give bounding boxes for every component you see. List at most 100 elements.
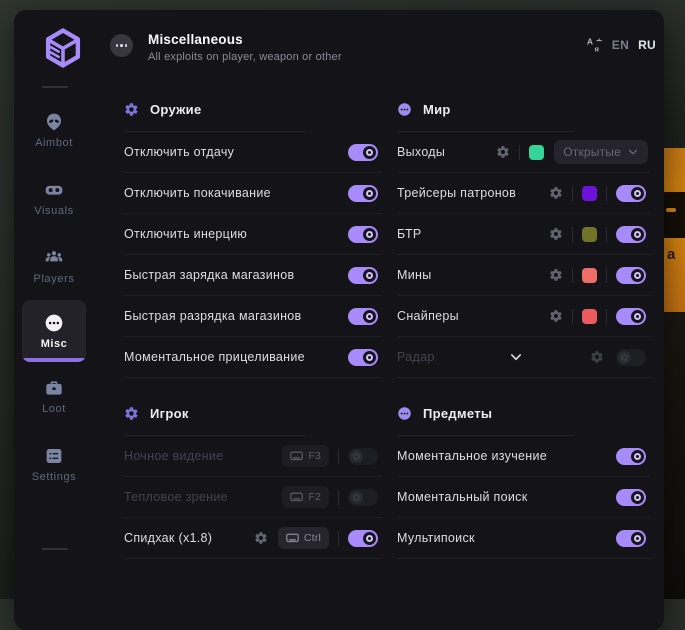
color-swatch[interactable]	[582, 186, 597, 201]
dropdown-select[interactable]: Открытые	[554, 140, 648, 164]
row-settings-gear-icon[interactable]	[549, 309, 563, 323]
gear-icon	[124, 406, 139, 421]
toggle[interactable]	[348, 349, 378, 366]
toggle[interactable]	[348, 489, 378, 506]
settings-row: Снайперы	[397, 296, 650, 337]
color-swatch[interactable]	[582, 309, 597, 324]
section-header: Мир	[397, 96, 650, 122]
row-settings-gear-icon[interactable]	[590, 350, 604, 364]
row-controls	[549, 226, 650, 243]
toggle-knob-ring	[353, 453, 360, 460]
sidebar-item-label: Aimbot	[35, 137, 73, 149]
settings-row: Отключить отдачу	[124, 132, 382, 173]
settings-row: Ночное видениеF3	[124, 436, 382, 477]
svg-text:A: A	[587, 37, 593, 47]
dropdown-value: Открытые	[563, 145, 621, 159]
section-title: Игрок	[150, 406, 189, 421]
sidebar-item-aimbot[interactable]: Aimbot	[14, 96, 94, 164]
hotkey-badge[interactable]: F3	[282, 445, 329, 467]
row-settings-gear-icon[interactable]	[254, 531, 268, 545]
sidebar-item-loot[interactable]: Loot	[14, 362, 94, 430]
sidebar-item-settings[interactable]: Settings	[14, 430, 94, 498]
row-settings-gear-icon[interactable]	[549, 268, 563, 282]
toggle-knob	[631, 228, 644, 241]
row-settings-gear-icon[interactable]	[549, 227, 563, 241]
toggle[interactable]	[616, 308, 646, 325]
game-background-letter: a	[667, 246, 675, 263]
toggle-knob-ring	[634, 190, 641, 197]
row-label: Снайперы	[397, 309, 459, 323]
section-Оружие: Оружие Отключить отдачуОтключить покачива…	[124, 96, 382, 378]
toggle[interactable]	[616, 185, 646, 202]
settings-row: Быстрая разрядка магазинов	[124, 296, 382, 337]
sidebar-item-label: Visuals	[34, 205, 73, 217]
toggle[interactable]	[616, 489, 646, 506]
players-icon	[44, 248, 64, 268]
sidebar-item-label: Loot	[42, 403, 66, 415]
hotkey-badge[interactable]: F2	[282, 486, 329, 508]
toggle[interactable]	[616, 448, 646, 465]
section-header: Оружие	[124, 96, 382, 122]
toggle-knob	[363, 269, 376, 282]
translate-icon[interactable]: A я	[586, 36, 603, 53]
settings-row: Моментальное изучение	[397, 436, 650, 477]
row-label: Тепловое зрение	[124, 490, 228, 504]
toggle[interactable]	[348, 185, 378, 202]
row-settings-gear-icon[interactable]	[496, 145, 510, 159]
row-label: Отключить инерцию	[124, 227, 247, 241]
keyboard-icon	[290, 451, 303, 461]
section-Предметы: ПредметыМоментальное изучениеМоментальны…	[397, 400, 650, 559]
settings-row: Отключить покачивание	[124, 173, 382, 214]
color-swatch[interactable]	[529, 145, 544, 160]
app-logo-icon	[42, 24, 84, 77]
page-subtitle: All exploits on player, weapon or other	[148, 51, 342, 63]
cheat-menu-window: Miscellaneous All exploits on player, we…	[14, 10, 664, 630]
lang-option-ru[interactable]: RU	[638, 38, 656, 52]
control-separator	[572, 227, 573, 242]
control-separator	[338, 449, 339, 464]
expand-chevron-icon[interactable]	[508, 350, 523, 365]
toggle[interactable]	[348, 226, 378, 243]
hotkey-badge[interactable]: Ctrl	[278, 527, 329, 549]
color-swatch[interactable]	[582, 268, 597, 283]
toggle[interactable]	[348, 144, 378, 161]
sidebar-item-players[interactable]: Players	[14, 232, 94, 300]
svg-text:я: я	[594, 44, 598, 53]
section-header: Предметы	[397, 400, 650, 426]
toggle[interactable]	[348, 267, 378, 284]
dots-circle-icon	[397, 406, 412, 421]
row-settings-gear-icon[interactable]	[549, 186, 563, 200]
toggle[interactable]	[616, 226, 646, 243]
toggle[interactable]	[348, 308, 378, 325]
toggle[interactable]	[348, 448, 378, 465]
row-label: БТР	[397, 227, 422, 241]
lang-option-en[interactable]: EN	[612, 38, 629, 52]
toggle-knob	[631, 532, 644, 545]
row-label: Трейсеры патронов	[397, 186, 516, 200]
row-controls	[549, 185, 650, 202]
control-separator	[572, 186, 573, 201]
control-separator	[519, 145, 520, 160]
row-controls	[348, 226, 382, 243]
toggle-knob-ring	[366, 272, 373, 279]
toggle[interactable]	[616, 349, 646, 366]
sidebar-bottom-divider	[42, 548, 68, 550]
row-controls: F3	[282, 445, 382, 467]
control-separator	[606, 309, 607, 324]
control-separator	[606, 186, 607, 201]
toggle[interactable]	[616, 530, 646, 547]
sidebar-item-visuals[interactable]: Visuals	[14, 164, 94, 232]
section-title: Предметы	[423, 406, 492, 421]
settings-row: Быстрая зарядка магазинов	[124, 255, 382, 296]
color-swatch[interactable]	[582, 227, 597, 242]
settings-row: Радар	[397, 337, 650, 378]
sidebar-item-misc[interactable]: Misc	[22, 300, 86, 362]
toggle-knob-ring	[366, 231, 373, 238]
game-background-band	[664, 192, 685, 238]
toggle[interactable]	[348, 530, 378, 547]
toggle-knob	[363, 351, 376, 364]
row-controls	[348, 267, 382, 284]
row-controls	[348, 185, 382, 202]
toggle[interactable]	[616, 267, 646, 284]
settings-row: Отключить инерцию	[124, 214, 382, 255]
